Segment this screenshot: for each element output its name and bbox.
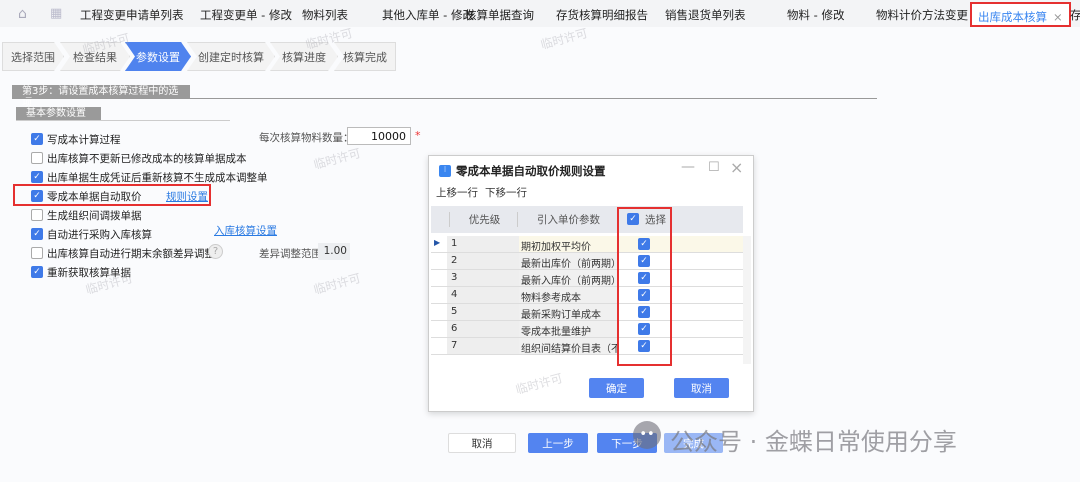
- option-checkbox[interactable]: ✓: [31, 171, 43, 183]
- option-checkbox[interactable]: ✓: [31, 266, 43, 278]
- grid-row[interactable]: 6 零成本批量维护 ✓: [431, 321, 743, 338]
- option-label: 生成组织间调拨单据: [47, 209, 142, 222]
- tab[interactable]: 其他入库单 - 修改: [382, 7, 474, 23]
- priority-cell: 1: [447, 236, 519, 252]
- option-checkbox[interactable]: [31, 209, 43, 221]
- prev-step-button[interactable]: 上一步: [528, 433, 588, 453]
- step-schedule: 创建定时核算: [187, 42, 275, 71]
- option-checkbox[interactable]: ✓: [31, 133, 43, 145]
- tab[interactable]: 核算单据查询: [465, 7, 534, 23]
- param-cell: 物料参考成本: [519, 287, 619, 303]
- column-priority: 优先级: [449, 212, 519, 227]
- diff-range-label: 差异调整范围: [259, 248, 322, 260]
- subsection-title: 基本参数设置: [16, 107, 101, 120]
- section-title: 第3步：请设置成本核算过程中的选项: [12, 85, 190, 109]
- close-icon[interactable]: ×: [1053, 10, 1063, 24]
- tab[interactable]: 存: [1070, 7, 1080, 23]
- param-cell: 期初加权平均价: [519, 236, 619, 252]
- close-icon[interactable]: ×: [730, 158, 743, 177]
- tab[interactable]: 工程变更单 - 修改: [200, 7, 292, 23]
- param-cell: 最新出库价（前两期）: [519, 253, 619, 269]
- option-label: 写成本计算过程: [47, 133, 121, 146]
- minimize-icon[interactable]: —: [681, 159, 695, 175]
- priority-cell: 6: [447, 321, 519, 337]
- param-cell: 零成本批量维护: [519, 321, 619, 337]
- ok-button[interactable]: 确定: [589, 378, 644, 398]
- watermark: 临时许可: [312, 271, 363, 297]
- option-checkbox[interactable]: [31, 152, 43, 164]
- option-label: 自动进行采购入库核算: [47, 228, 152, 241]
- watermark: 临时许可: [539, 26, 590, 52]
- option-label: 出库单据生成凭证后重新核算不生成成本调整单: [47, 171, 268, 184]
- highlight-box: [13, 184, 211, 206]
- dialog-app-icon: ⁝: [439, 165, 451, 177]
- diff-range-value: 1.00: [318, 243, 350, 260]
- step-select-range: 选择范围: [2, 42, 64, 71]
- priority-cell: 4: [447, 287, 519, 303]
- param-cell: 最新入库价（前两期）: [519, 270, 619, 286]
- grid-row[interactable]: 5 最新采购订单成本 ✓: [431, 304, 743, 321]
- grid-row[interactable]: 7 组织间结算价目表（不支 ✓: [431, 338, 743, 355]
- move-up-button[interactable]: 上移一行: [436, 185, 478, 200]
- grid-row[interactable]: 4 物料参考成本 ✓: [431, 287, 743, 304]
- option-checkbox[interactable]: [31, 247, 43, 259]
- tab[interactable]: 销售退货单列表: [665, 7, 746, 23]
- scrollbar[interactable]: [743, 236, 751, 364]
- option-row[interactable]: 生成组织间调拨单据: [31, 207, 142, 223]
- batch-qty-input[interactable]: 10000: [347, 127, 411, 145]
- grid-icon[interactable]: ▦: [50, 6, 62, 21]
- param-cell: 最新采购订单成本: [519, 304, 619, 320]
- help-icon[interactable]: ?: [208, 244, 223, 259]
- cancel-button[interactable]: 取消: [674, 378, 729, 398]
- wechat-logo-icon: ••: [633, 421, 661, 449]
- cancel-button[interactable]: 取消: [448, 433, 516, 453]
- divider: [12, 98, 877, 99]
- watermark: 临时许可: [312, 146, 363, 172]
- rule-settings-dialog: ⁝ 零成本单据自动取价规则设置 — ☐ × 上移一行 下移一行 优先级 引入单价…: [428, 155, 754, 412]
- option-checkbox[interactable]: ✓: [31, 228, 43, 240]
- highlight-box: [617, 207, 672, 366]
- option-row[interactable]: 出库核算不更新已修改成本的核算单据成本: [31, 150, 247, 166]
- tab[interactable]: 工程变更申请单列表: [80, 7, 184, 23]
- tab[interactable]: 物料 - 修改: [787, 7, 844, 23]
- option-link[interactable]: 入库核算设置: [214, 223, 277, 238]
- dialog-title: 零成本单据自动取价规则设置: [456, 164, 606, 178]
- priority-cell: 7: [447, 338, 519, 354]
- grid-row[interactable]: 3 最新入库价（前两期） ✓: [431, 270, 743, 287]
- batch-qty-label: 每次核算物料数量：: [259, 132, 354, 144]
- maximize-icon[interactable]: ☐: [708, 160, 720, 175]
- tab[interactable]: 物料列表: [302, 7, 348, 23]
- option-row[interactable]: 出库核算自动进行期末余额差异调整: [31, 245, 215, 261]
- priority-cell: 3: [447, 270, 519, 286]
- tab[interactable]: 物料计价方法变更: [876, 7, 968, 23]
- divider: [16, 120, 230, 121]
- required-marker: *: [415, 129, 421, 142]
- move-down-button[interactable]: 下移一行: [485, 185, 527, 200]
- wechat-watermark: 公众号 · 金蝶日常使用分享: [670, 428, 957, 456]
- option-row[interactable]: ✓ 自动进行采购入库核算: [31, 226, 152, 242]
- option-label: 出库核算自动进行期末余额差异调整: [47, 247, 215, 260]
- option-row[interactable]: ✓ 写成本计算过程: [31, 131, 121, 147]
- priority-cell: 2: [447, 253, 519, 269]
- step-complete: 核算完成: [334, 42, 396, 71]
- tab-active[interactable]: 出库成本核算 ×: [970, 2, 1071, 27]
- home-icon[interactable]: ⌂: [18, 6, 27, 22]
- priority-cell: 5: [447, 304, 519, 320]
- option-row[interactable]: ✓ 出库单据生成凭证后重新核算不生成成本调整单: [31, 169, 268, 185]
- param-cell: 组织间结算价目表（不支: [519, 338, 619, 354]
- option-label: 出库核算不更新已修改成本的核算单据成本: [47, 152, 247, 165]
- grid-row[interactable]: ▶ 1 期初加权平均价 ✓: [431, 236, 743, 253]
- grid-header: 优先级 引入单价参数 ✓ 选择: [431, 206, 743, 233]
- column-param: 引入单价参数: [517, 212, 619, 227]
- tab[interactable]: 存货核算明细报告: [556, 7, 648, 23]
- step-parameters: 参数设置: [125, 42, 191, 71]
- tab-label: 出库成本核算: [978, 10, 1047, 24]
- current-row-icon: ▶: [434, 238, 441, 247]
- grid-row[interactable]: 2 最新出库价（前两期） ✓: [431, 253, 743, 270]
